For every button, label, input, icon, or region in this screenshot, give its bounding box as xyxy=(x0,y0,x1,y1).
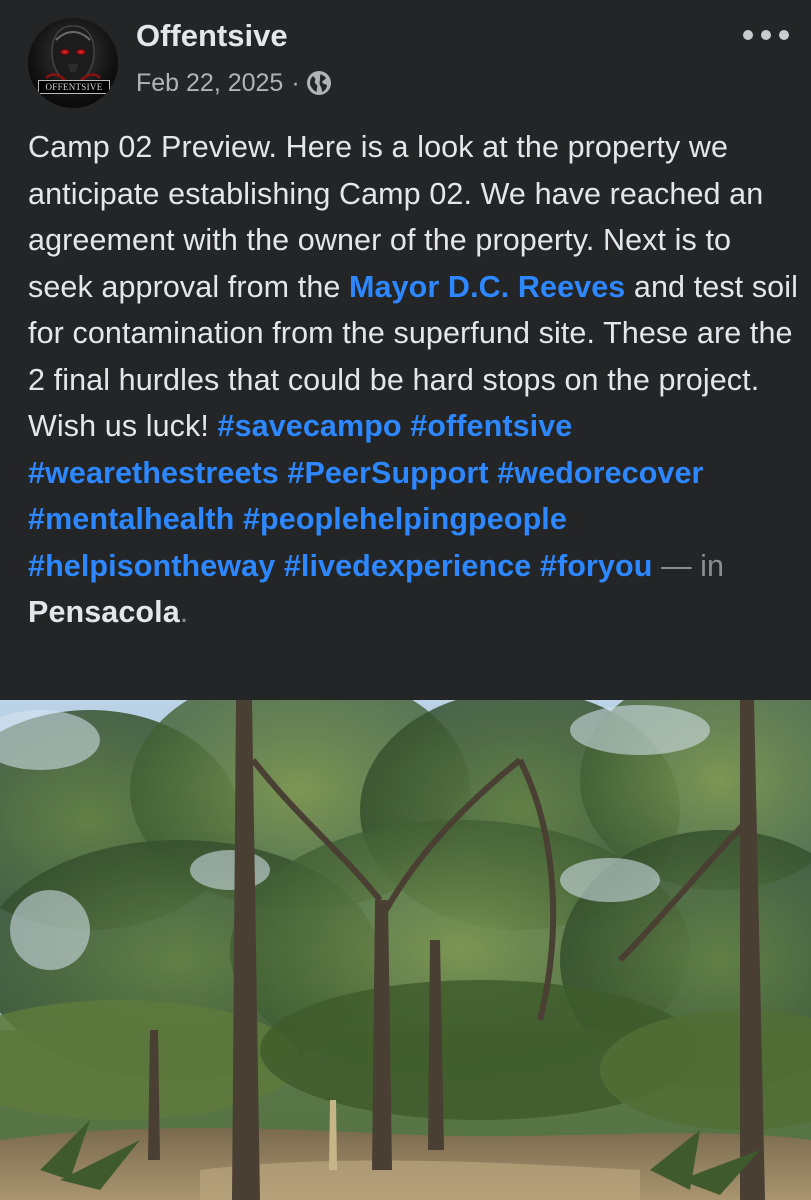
avatar[interactable]: OFFENTSIVE xyxy=(28,18,118,108)
location-link[interactable]: Pensacola xyxy=(28,595,180,629)
hashtag-link[interactable]: #foryou xyxy=(540,549,653,583)
avatar-mask-icon xyxy=(45,25,101,84)
avatar-logo-text: OFFENTSIVE xyxy=(38,80,110,94)
hashtag-link[interactable]: #peoplehelpingpeople xyxy=(243,502,567,536)
hashtag-link[interactable]: #helpisontheway xyxy=(28,549,275,583)
post-photo[interactable] xyxy=(0,700,811,1200)
hashtag-link[interactable]: #offentsive xyxy=(410,409,572,443)
more-dot-1 xyxy=(743,30,753,40)
hashtag-link[interactable]: #livedexperience xyxy=(284,549,531,583)
more-dot-3 xyxy=(779,30,789,40)
more-options-button[interactable] xyxy=(743,20,789,50)
globe-icon[interactable] xyxy=(306,70,332,96)
post-card: OFFENTSIVE Offentsive Feb 22, 2025 · Cam… xyxy=(0,0,811,1200)
hashtag-link[interactable]: #wearethestreets xyxy=(28,456,279,490)
hashtag-link[interactable]: #savecampo xyxy=(218,409,402,443)
more-dot-2 xyxy=(761,30,771,40)
mention-link[interactable]: Mayor D.C. Reeves xyxy=(349,270,625,304)
author-name[interactable]: Offentsive xyxy=(136,18,288,54)
post-date[interactable]: Feb 22, 2025 xyxy=(136,69,283,98)
location-suffix: . xyxy=(179,595,189,629)
meta-separator: · xyxy=(291,68,300,97)
location-prefix: — in xyxy=(652,548,725,583)
forest-photo xyxy=(0,700,811,1200)
post-meta: Feb 22, 2025 · xyxy=(136,66,332,100)
hashtag-link[interactable]: #wedorecover xyxy=(497,456,703,490)
hashtag-link[interactable]: #PeerSupport xyxy=(287,456,488,490)
post-header: OFFENTSIVE Offentsive Feb 22, 2025 · xyxy=(0,0,811,112)
post-body-text: Camp 02 Preview. Here is a look at the p… xyxy=(28,124,798,636)
hashtag-link[interactable]: #mentalhealth xyxy=(28,502,234,536)
